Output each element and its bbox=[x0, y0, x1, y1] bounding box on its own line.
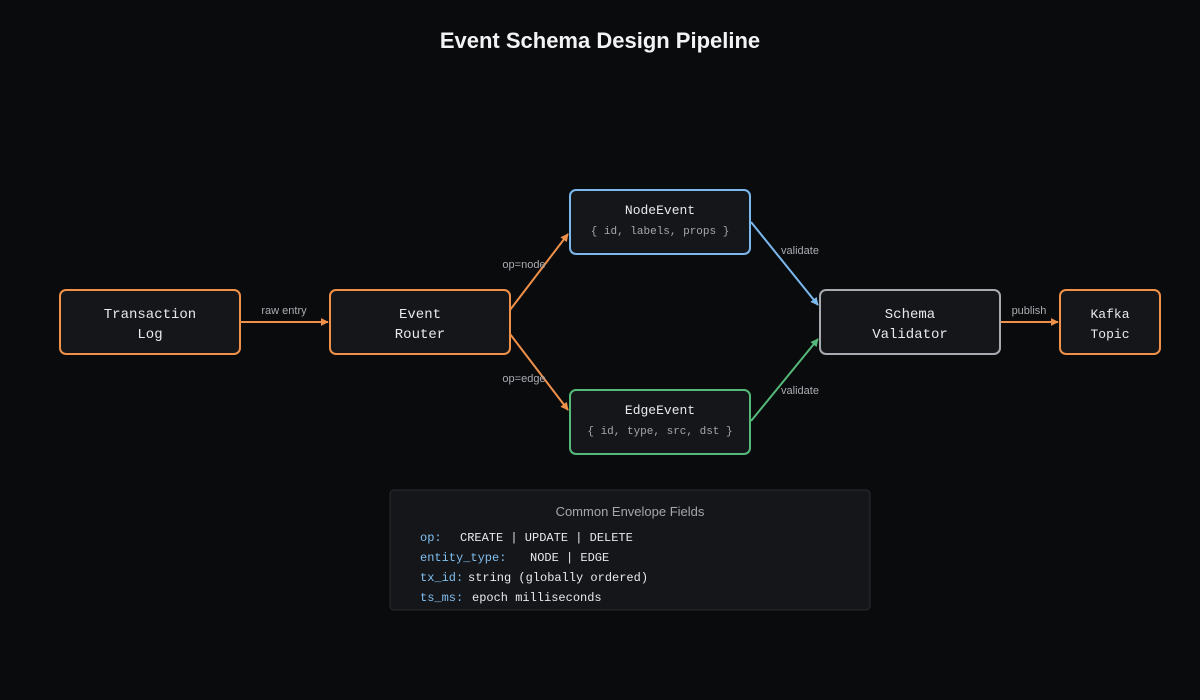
edge-label-op-node: op=node bbox=[502, 259, 545, 271]
edge-op-node bbox=[509, 233, 569, 311]
edge-event-fields: { id, type, src, dst } bbox=[587, 426, 732, 438]
diagram-title: Event Schema Design Pipeline bbox=[440, 28, 760, 53]
node-event-router-line1: Event bbox=[399, 307, 441, 323]
node-schema-validator: Schema Validator bbox=[819, 289, 1001, 355]
edge-label-validate-edge: validate bbox=[781, 385, 819, 397]
node-event-router-line2: Router bbox=[395, 327, 445, 343]
edge-label-raw-entry: raw entry bbox=[261, 305, 307, 317]
node-schema-validator-line2: Validator bbox=[872, 327, 948, 343]
edge-validate-node bbox=[750, 221, 819, 306]
edge-label-op-edge: op=edge bbox=[502, 373, 545, 385]
node-transaction-log-line1: Transaction bbox=[104, 307, 196, 323]
node-event-fields: { id, labels, props } bbox=[591, 226, 730, 238]
node-event-router: Event Router bbox=[329, 289, 511, 355]
node-node-event: NodeEvent { id, labels, props } bbox=[569, 189, 751, 255]
edge-event-name: EdgeEvent bbox=[625, 403, 695, 418]
field-key-entity-type: entity_type: bbox=[420, 551, 506, 565]
edge-op-edge bbox=[509, 333, 569, 411]
pipeline-diagram: Event Schema Design Pipeline raw entry o… bbox=[59, 28, 1161, 611]
envelope-legend: Common Envelope Fields op: CREATE | UPDA… bbox=[389, 489, 871, 611]
field-key-ts-ms: ts_ms: bbox=[420, 591, 463, 605]
node-event-name: NodeEvent bbox=[625, 203, 695, 218]
node-edge-event: EdgeEvent { id, type, src, dst } bbox=[569, 389, 751, 455]
field-key-tx-id: tx_id: bbox=[420, 571, 463, 585]
node-transaction-log: Transaction Log bbox=[59, 289, 241, 355]
node-schema-validator-line1: Schema bbox=[885, 307, 935, 323]
edge-validate-edge bbox=[750, 338, 819, 422]
field-value-tx-id: string (globally ordered) bbox=[468, 571, 648, 585]
field-key-op: op: bbox=[420, 531, 442, 545]
field-value-ts-ms: epoch milliseconds bbox=[472, 591, 602, 605]
node-kafka-topic-line1: Kafka bbox=[1090, 307, 1129, 322]
node-transaction-log-line2: Log bbox=[137, 327, 162, 343]
edge-label-validate-node: validate bbox=[781, 245, 819, 257]
field-value-op: CREATE | UPDATE | DELETE bbox=[460, 531, 633, 545]
envelope-legend-title: Common Envelope Fields bbox=[556, 504, 705, 519]
node-kafka-topic: Kafka Topic bbox=[1059, 289, 1161, 355]
field-value-entity-type: NODE | EDGE bbox=[530, 551, 609, 565]
edge-label-publish: publish bbox=[1012, 305, 1047, 317]
node-kafka-topic-line2: Topic bbox=[1090, 327, 1129, 342]
